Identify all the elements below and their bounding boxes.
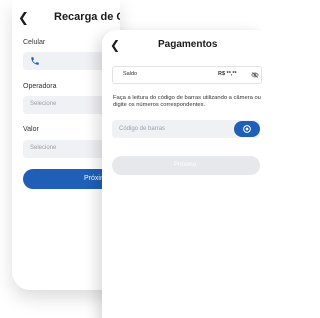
page-title: Pagamentos (158, 39, 218, 50)
header: ❮ Recarga de Celular (12, 8, 120, 28)
operadora-label: Operadora (23, 83, 57, 90)
next-button[interactable]: Próximo (112, 156, 260, 175)
balance-value: R$ **,** (218, 71, 237, 77)
instructions-text: Faça a leitura do código de barras utili… (113, 95, 261, 108)
camera-icon (243, 125, 251, 133)
eye-off-icon[interactable] (251, 71, 259, 79)
scan-barcode-button[interactable] (234, 121, 260, 137)
celular-label: Celular (23, 39, 46, 46)
valor-placeholder: Selecione (30, 145, 57, 151)
balance-card: Saldo R$ **,** (112, 66, 262, 84)
operadora-placeholder: Selecione (30, 101, 57, 107)
balance-label: Saldo (123, 71, 138, 77)
back-arrow-icon[interactable]: ❮ (110, 38, 120, 52)
barcode-placeholder: Código de barras (119, 126, 166, 132)
next-button-label: Próximo (174, 162, 197, 168)
valor-label: Valor (23, 126, 39, 133)
app-mockup: ❮ Recarga de Celular Celular Operadora S… (0, 0, 262, 318)
page-title: Recarga de Celular (54, 11, 120, 23)
back-arrow-icon[interactable]: ❮ (18, 10, 29, 26)
pagamentos-screen: ❮ Pagamentos Saldo R$ **,** Faça a leitu… (102, 30, 262, 318)
phone-icon (31, 57, 39, 65)
